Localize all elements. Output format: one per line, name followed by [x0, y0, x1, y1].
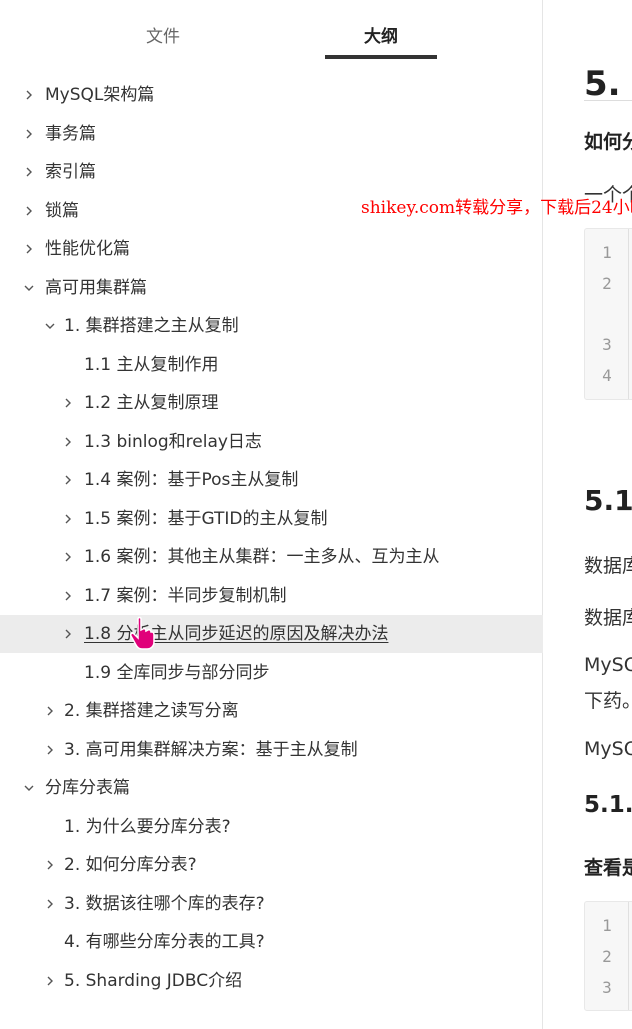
- bold-paragraph: 查看是: [584, 857, 632, 879]
- line-number: 1: [602, 916, 612, 935]
- chevron-right-icon[interactable]: [45, 731, 59, 769]
- chevron-right-icon[interactable]: [24, 115, 38, 153]
- chevron-right-icon[interactable]: [63, 423, 77, 461]
- chevron-right-icon[interactable]: [24, 153, 38, 191]
- line-number: 2: [602, 947, 612, 966]
- outline-item[interactable]: 1.5 案例：基于GTID的主从复制: [0, 500, 543, 538]
- heading-5-1-x: 5.1.: [584, 792, 632, 818]
- outline-item-label: 锁篇: [45, 201, 79, 221]
- chevron-right-icon[interactable]: [45, 962, 59, 1000]
- outline-item-label: 1. 为什么要分库分表?: [64, 817, 231, 837]
- paragraph: MySQ: [584, 738, 632, 760]
- chevron-right-icon[interactable]: [24, 230, 38, 268]
- outline-item[interactable]: 1.3 binlog和relay日志: [0, 423, 543, 461]
- outline-item[interactable]: 2. 如何分库分表?: [0, 846, 543, 884]
- chevron-right-icon[interactable]: [24, 192, 38, 230]
- outline-item-label: 事务篇: [45, 124, 96, 144]
- outline-item[interactable]: 1.7 案例：半同步复制机制: [0, 577, 543, 615]
- hand-pointer-icon: [128, 616, 156, 650]
- chevron-down-icon[interactable]: [45, 307, 59, 345]
- chevron-right-icon[interactable]: [63, 500, 77, 538]
- outline-item-label: 3. 高可用集群解决方案：基于主从复制: [64, 740, 358, 760]
- outline-item[interactable]: 1.4 案例：基于Pos主从复制: [0, 461, 543, 499]
- outline-item[interactable]: 高可用集群篇: [0, 269, 543, 307]
- paragraph: MySQ: [584, 654, 632, 676]
- outline-item[interactable]: 2. 集群搭建之读写分离: [0, 692, 543, 730]
- outline-item[interactable]: 1.6 案例：其他主从集群：一主多从、互为主从: [0, 538, 543, 576]
- outline-item[interactable]: 1.1 主从复制作用: [0, 346, 543, 384]
- outline-item[interactable]: 索引篇: [0, 153, 543, 191]
- line-number: 4: [602, 366, 612, 385]
- outline-item-label: 3. 数据该往哪个库的表存?: [64, 894, 265, 914]
- outline-item-label: 高可用集群篇: [45, 278, 147, 298]
- paragraph: 数据库: [584, 607, 632, 629]
- line-number: 3: [602, 978, 612, 997]
- outline-item[interactable]: 3. 数据该往哪个库的表存?: [0, 885, 543, 923]
- tab-outline[interactable]: 大纲: [325, 22, 437, 47]
- outline-item-label: MySQL架构篇: [45, 85, 155, 105]
- outline-item[interactable]: 1.2 主从复制原理: [0, 384, 543, 422]
- outline-item[interactable]: MySQL架构篇: [0, 76, 543, 114]
- outline-item-label: 1.3 binlog和relay日志: [84, 432, 262, 452]
- document-view: 5. 数 如何分 一个个 1 2 3 4 5.1 数据库 数据库 MySQ 下药…: [544, 0, 632, 1029]
- outline-item[interactable]: 5. Sharding JDBC介绍: [0, 962, 543, 1000]
- sidebar-tabs: 文件 大纲: [0, 0, 542, 70]
- chevron-right-icon[interactable]: [63, 577, 77, 615]
- line-number: 1: [602, 243, 612, 262]
- outline-item[interactable]: 性能优化篇: [0, 230, 543, 268]
- heading-5-1: 5.1: [584, 484, 632, 517]
- outline-item[interactable]: 1.9 全库同步与部分同步: [0, 654, 543, 692]
- code-block[interactable]: 1 2 3: [584, 901, 632, 1011]
- outline-item-label: 2. 集群搭建之读写分离: [64, 701, 239, 721]
- chevron-down-icon[interactable]: [24, 769, 38, 807]
- outline-item-label: 分库分表篇: [45, 778, 130, 798]
- outline-item-label: 1. 集群搭建之主从复制: [64, 316, 239, 336]
- outline-item-label: 5. Sharding JDBC介绍: [64, 971, 243, 991]
- outline-item-label: 索引篇: [45, 162, 96, 182]
- line-number: 2: [602, 274, 612, 293]
- outline-item-label: 性能优化篇: [45, 239, 130, 259]
- chevron-right-icon[interactable]: [63, 615, 77, 653]
- paragraph: 数据库: [584, 555, 632, 577]
- outline-item-label: 1.1 主从复制作用: [84, 355, 219, 375]
- heading-5: 5. 数: [584, 64, 632, 104]
- code-block[interactable]: 1 2 3 4: [584, 228, 632, 400]
- watermark-text: shikey.com转载分享，下载后24小时: [361, 198, 632, 218]
- chevron-right-icon[interactable]: [45, 692, 59, 730]
- outline-item[interactable]: 1. 集群搭建之主从复制: [0, 307, 543, 345]
- heading-divider: [584, 100, 632, 101]
- outline-item-label: 1.5 案例：基于GTID的主从复制: [84, 509, 328, 529]
- line-number: 3: [602, 335, 612, 354]
- outline-item-label: 1.7 案例：半同步复制机制: [84, 586, 287, 606]
- outline-item-label: 1.9 全库同步与部分同步: [84, 663, 270, 683]
- outline-item-label: 1.4 案例：基于Pos主从复制: [84, 470, 299, 490]
- outline-item[interactable]: 1. 为什么要分库分表?: [0, 808, 543, 846]
- outline-item-label: 4. 有哪些分库分表的工具?: [64, 932, 265, 952]
- outline-sidebar: 文件 大纲 MySQL架构篇 事务篇 索引篇 锁篇 性能优化篇 高可用集群篇 1…: [0, 0, 543, 1029]
- chevron-right-icon[interactable]: [45, 846, 59, 884]
- chevron-right-icon[interactable]: [45, 885, 59, 923]
- outline-item-selected[interactable]: 1.8 分析主从同步延迟的原因及解决办法: [0, 615, 543, 653]
- outline-item[interactable]: 3. 高可用集群解决方案：基于主从复制: [0, 731, 543, 769]
- outline-item-label: 1.2 主从复制原理: [84, 393, 219, 413]
- bold-paragraph: 如何分: [584, 131, 632, 153]
- outline-item[interactable]: 4. 有哪些分库分表的工具?: [0, 923, 543, 961]
- paragraph: 下药。: [584, 690, 632, 712]
- tab-files[interactable]: 文件: [107, 22, 219, 47]
- chevron-down-icon[interactable]: [24, 269, 38, 307]
- chevron-right-icon[interactable]: [63, 538, 77, 576]
- chevron-right-icon[interactable]: [24, 76, 38, 114]
- outline-item[interactable]: 事务篇: [0, 115, 543, 153]
- active-tab-indicator: [325, 55, 437, 59]
- chevron-right-icon[interactable]: [63, 461, 77, 499]
- outline-item-label: 2. 如何分库分表?: [64, 855, 197, 875]
- outline-item[interactable]: 分库分表篇: [0, 769, 543, 807]
- chevron-right-icon[interactable]: [63, 384, 77, 422]
- outline-item-label: 1.6 案例：其他主从集群：一主多从、互为主从: [84, 547, 440, 567]
